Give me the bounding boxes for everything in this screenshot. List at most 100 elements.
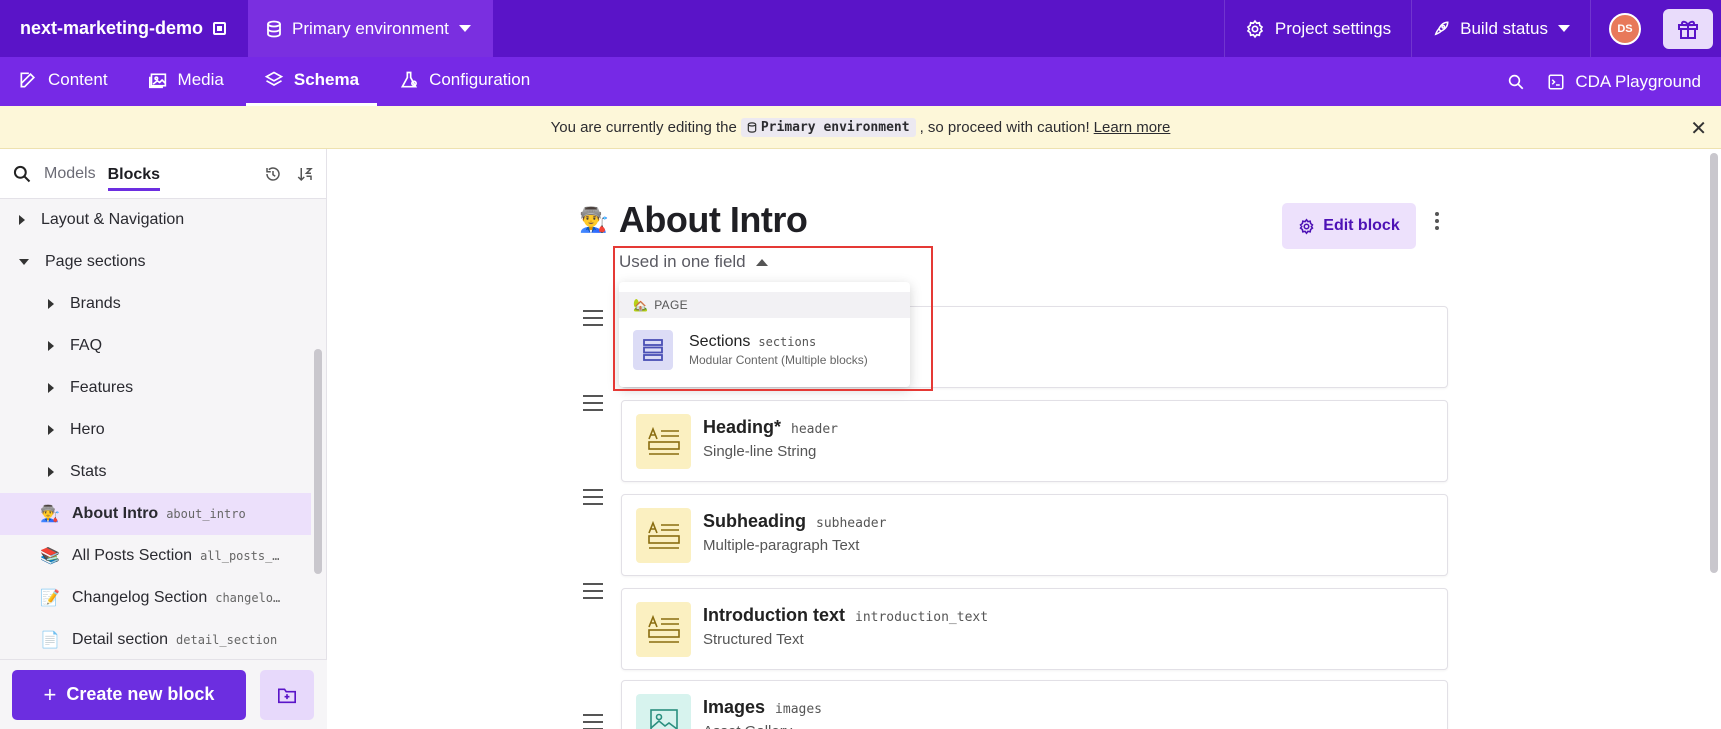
environment-warning-banner: You are currently editing the Primary en… [0, 106, 1721, 149]
tree-group-label: Hero [70, 421, 105, 438]
drag-handle-icon[interactable] [583, 310, 603, 331]
field-api-key: header [791, 422, 838, 437]
external-link-icon [213, 22, 227, 35]
project-settings-label: Project settings [1274, 18, 1392, 38]
chevron-down-icon [1558, 25, 1570, 32]
main-panel: 👨‍🏭 About Intro Edit block Used in one f… [327, 149, 1721, 729]
caret-right-icon [48, 467, 54, 477]
field-type: Structured Text [703, 631, 804, 648]
tab-schema-label: Schema [293, 70, 360, 89]
caret-down-icon [19, 259, 29, 265]
tree-group-stats[interactable]: Stats [0, 451, 311, 493]
block-api-key: about_intro [166, 507, 246, 521]
tab-content[interactable]: Content [0, 57, 126, 106]
sidebar-header: Models Blocks [0, 149, 326, 199]
caret-right-icon [19, 215, 25, 225]
whats-new-button[interactable] [1663, 8, 1713, 49]
sidebar-item-about-intro[interactable]: 👨‍🏭 About Intro about_intro [0, 493, 311, 535]
caret-right-icon [48, 341, 54, 351]
terminal-icon [1548, 74, 1564, 89]
sidebar-footer: + Create new block [0, 659, 327, 729]
drag-handle-icon[interactable] [583, 395, 603, 416]
drag-handle-icon[interactable] [583, 714, 603, 729]
field-row-images[interactable]: Images images Asset Gallery [621, 680, 1448, 729]
history-icon[interactable] [264, 165, 282, 183]
user-menu[interactable]: DS [1590, 0, 1659, 57]
project-switcher[interactable]: next-marketing-demo [0, 0, 246, 57]
top-bar: next-marketing-demo Primary environment … [0, 0, 1721, 57]
tab-content-label: Content [48, 70, 108, 89]
tab-schema[interactable]: Schema [245, 57, 378, 106]
caret-right-icon [48, 383, 54, 393]
more-options-icon[interactable] [1435, 212, 1439, 233]
block-emoji-icon: 👨‍🏭 [40, 506, 60, 523]
build-status-button[interactable]: Build status [1411, 0, 1590, 57]
close-icon[interactable]: ✕ [1690, 116, 1707, 141]
cda-playground-link[interactable]: CDA Playground [1547, 72, 1701, 92]
banner-prefix: You are currently editing the [550, 118, 737, 136]
edit-block-button[interactable]: Edit block [1282, 203, 1416, 249]
drag-handle-icon[interactable] [583, 583, 603, 604]
block-api-key: detail_section [176, 633, 278, 647]
blocks-tree: Layout & Navigation Page sections Brands… [0, 199, 311, 660]
caret-right-icon [48, 425, 54, 435]
tree-group-brands[interactable]: Brands [0, 283, 311, 325]
sidebar: Models Blocks Layout & Navigation Page s… [0, 149, 327, 729]
tree-group-label: Features [70, 379, 134, 396]
tab-media-label: Media [177, 70, 224, 89]
tab-blocks[interactable]: Blocks [107, 160, 161, 191]
drag-handle-icon[interactable] [583, 489, 603, 510]
tree-group-hero[interactable]: Hero [0, 409, 311, 451]
environment-label: Primary environment [292, 18, 449, 38]
edit-icon [20, 72, 36, 88]
database-icon [747, 121, 757, 133]
search-icon[interactable] [1507, 73, 1525, 91]
tree-group-label: Brands [70, 295, 121, 312]
block-label: Detail section [72, 631, 169, 648]
block-emoji-icon: 👨‍🏭 [579, 206, 609, 234]
main-scrollbar[interactable] [1710, 153, 1718, 573]
folder-plus-icon [278, 687, 296, 703]
create-new-block-label: Create new block [66, 684, 215, 704]
tree-group-layout-navigation[interactable]: Layout & Navigation [0, 199, 311, 241]
tree-group-page-sections[interactable]: Page sections [0, 241, 311, 283]
sidebar-item-changelog-section[interactable]: 📝 Changelog Section changelo… [0, 577, 311, 619]
field-row-subheading[interactable]: Subheading subheader Multiple-paragraph T… [621, 494, 1448, 576]
new-folder-button[interactable] [260, 669, 314, 720]
text-field-icon [636, 602, 691, 657]
sidebar-item-detail-section[interactable]: 📄 Detail section detail_section [0, 619, 311, 660]
search-icon[interactable] [12, 164, 32, 184]
avatar: DS [1609, 12, 1641, 45]
tab-configuration-label: Configuration [429, 70, 531, 89]
rocket-icon [1434, 20, 1449, 35]
field-type: Multiple-paragraph Text [703, 537, 860, 554]
tree-group-features[interactable]: Features [0, 367, 311, 409]
sidebar-scrollbar[interactable] [314, 349, 322, 574]
tab-media[interactable]: Media [130, 57, 242, 106]
project-name: next-marketing-demo [20, 18, 204, 38]
text-field-icon [636, 414, 691, 469]
database-icon [267, 20, 281, 37]
field-row-heading[interactable]: Heading* header Single-line String [621, 400, 1448, 482]
layers-icon [264, 71, 284, 86]
create-new-block-button[interactable]: + Create new block [12, 669, 246, 720]
field-name: Images [703, 697, 766, 717]
field-api-key: images [775, 702, 823, 717]
environment-switcher[interactable]: Primary environment [248, 0, 493, 57]
tab-models[interactable]: Models [44, 159, 96, 189]
environment-tag: Primary environment [740, 117, 916, 137]
tree-group-faq[interactable]: FAQ [0, 325, 311, 367]
project-settings-button[interactable]: Project settings [1223, 0, 1411, 57]
sort-icon[interactable] [296, 165, 314, 183]
block-api-key: all_posts_… [200, 549, 280, 563]
caret-right-icon [48, 299, 54, 309]
field-api-key: subheader [816, 516, 887, 531]
tab-configuration[interactable]: Configuration [381, 57, 548, 106]
field-row-introduction-text[interactable]: Introduction text introduction_text Struc… [621, 588, 1448, 670]
field-type: Single-line String [703, 443, 817, 460]
learn-more-link[interactable]: Learn more [1094, 119, 1171, 136]
field-name: Subheading [703, 511, 806, 531]
plus-icon: + [43, 681, 57, 707]
sidebar-item-all-posts-section[interactable]: 📚 All Posts Section all_posts_… [0, 535, 311, 577]
gear-icon [1299, 217, 1314, 235]
